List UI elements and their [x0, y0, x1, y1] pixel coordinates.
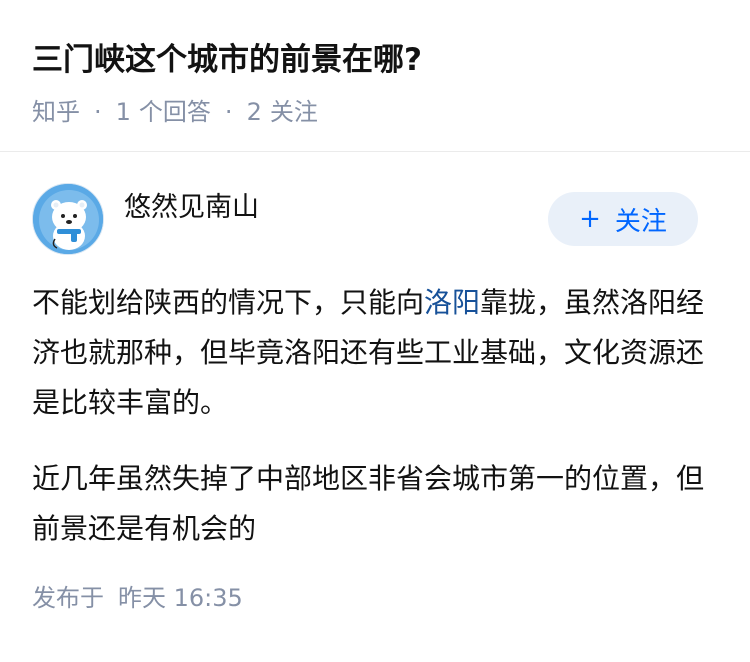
topic-link-luoyang[interactable]: 洛阳 [424, 286, 480, 319]
answer-count: 1 [115, 98, 131, 126]
meta-separator: · [224, 98, 233, 126]
publish-time: 昨天 16:35 [118, 584, 243, 612]
follower-count: 2 [246, 98, 262, 126]
source-label[interactable]: 知乎 [32, 94, 80, 130]
answer-count-label: 个回答 [138, 98, 211, 126]
paragraph-text: 不能划给陕西的情况下，只能向 [32, 286, 425, 319]
follow-button-label: 关注 [614, 206, 667, 237]
author-name[interactable]: 悠然见南山 [124, 188, 259, 228]
answer-paragraph: 近几年虽然失掉了中部地区非省会城市第一的位置，但前景还是有机会的 [32, 462, 705, 545]
follow-button[interactable]: + 关注 [548, 192, 698, 246]
meta-separator: · [94, 98, 102, 126]
answer-content: 不能划给陕西的情况下，只能向洛阳靠拢，虽然洛阳经济也就那种，但毕竟洛阳还有些工业… [32, 278, 718, 554]
publish-label: 发布于 [32, 584, 104, 612]
question-title[interactable]: 三门峡这个城市的前景在哪? [32, 36, 718, 84]
answer-paragraph: 不能划给陕西的情况下，只能向洛阳靠拢，虽然洛阳经济也就那种，但毕竟洛阳还有些工业… [32, 278, 708, 428]
publish-info: 发布于 昨天 16:35 [32, 580, 718, 616]
avatar[interactable] [32, 183, 104, 255]
polar-bear-avatar-icon [33, 184, 103, 254]
follower-count-link[interactable]: 2 关注 [247, 94, 318, 130]
plus-icon: + [579, 204, 601, 234]
answer-count-link[interactable]: 1 个回答 [116, 94, 211, 130]
question-meta: 知乎 · 1 个回答 · 2 关注 [32, 94, 718, 130]
question-header: 三门峡这个城市的前景在哪? 知乎 · 1 个回答 · 2 关注 [0, 0, 750, 152]
follower-count-label: 关注 [269, 98, 318, 126]
answer-card: 悠然见南山 + 关注 不能划给陕西的情况下，只能向洛阳靠拢，虽然洛阳经济也就那种… [0, 152, 750, 616]
